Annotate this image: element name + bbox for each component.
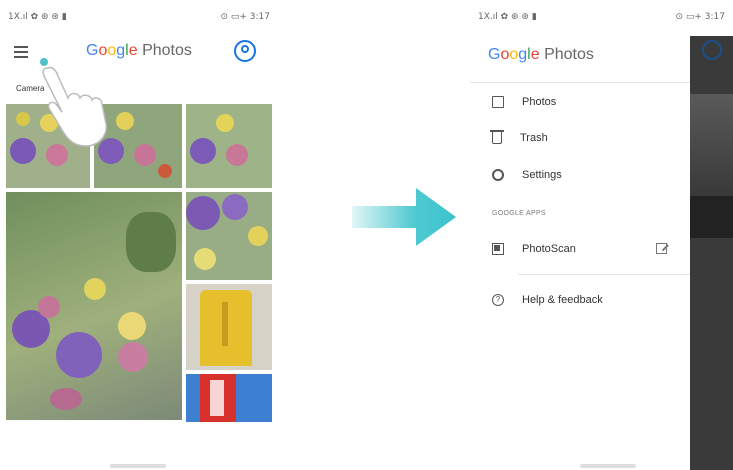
drawer-item-photoscan[interactable]: PhotoScan	[492, 239, 576, 259]
nav-handle	[110, 464, 166, 468]
account-icon[interactable]	[702, 40, 722, 60]
help-icon: ?	[492, 294, 504, 306]
title-letter: G	[86, 42, 99, 59]
title-rest: Photos	[137, 42, 192, 59]
status-right: ⊙ ▭+ 3:17	[220, 12, 270, 22]
nav-handle	[580, 464, 636, 468]
title-letter: o	[509, 46, 519, 63]
hamburger-menu-icon[interactable]	[14, 46, 28, 58]
settings-icon	[492, 169, 504, 181]
title-letter: o	[107, 42, 117, 59]
open-external-icon	[656, 243, 667, 254]
drawer-item-label: Trash	[520, 132, 548, 144]
status-left: 1X.ıl ✿ ⊛ ⊛ ▮	[478, 12, 537, 22]
photos-icon	[492, 96, 504, 108]
phone-screen-drawer: 1X.ıl ✿ ⊛ ⊛ ▮ ⊙ ▭+ 3:17 Google Photos Ph…	[470, 0, 733, 470]
title-letter: e	[128, 42, 138, 59]
photo-thumbnail[interactable]	[186, 374, 272, 422]
divider	[470, 82, 690, 83]
trash-icon	[490, 130, 504, 144]
drawer-item-help[interactable]: ? Help & feedback	[492, 290, 603, 310]
title-rest: Photos	[539, 46, 594, 63]
navigation-drawer: Google Photos Photos Trash Settings GOOG…	[470, 36, 690, 470]
drawer-item-label: PhotoScan	[522, 243, 576, 255]
status-bar: 1X.ıl ✿ ⊛ ⊛ ▮ ⊙ ▭+ 3:17	[478, 10, 725, 24]
phone-screen-gallery: 1X.ıl ✿ ⊛ ⊛ ▮ ⊙ ▭+ 3:17 Google Photos Ca…	[0, 0, 278, 470]
transition-arrow-icon	[352, 188, 456, 246]
status-right: ⊙ ▭+ 3:17	[675, 12, 725, 22]
drawer-item-label: Help & feedback	[522, 294, 603, 306]
photo-thumbnail[interactable]	[6, 192, 182, 420]
drawer-item-trash[interactable]: Trash	[490, 128, 548, 148]
title-letter: g	[116, 42, 126, 59]
background-scrim[interactable]	[690, 36, 733, 470]
drawer-title: Google Photos	[488, 46, 594, 64]
account-icon[interactable]	[234, 40, 256, 62]
photoscan-icon	[492, 243, 504, 255]
status-bar: 1X.ıl ✿ ⊛ ⊛ ▮ ⊙ ▭+ 3:17	[8, 10, 270, 24]
tap-gesture-hand-icon	[40, 58, 107, 147]
drawer-item-settings[interactable]: Settings	[492, 165, 562, 185]
photo-thumbnail[interactable]	[186, 104, 272, 188]
drawer-item-label: Settings	[522, 169, 562, 181]
status-left: 1X.ıl ✿ ⊛ ⊛ ▮	[8, 12, 67, 22]
title-letter: e	[530, 46, 540, 63]
photo-thumbnail[interactable]	[186, 284, 272, 370]
divider	[518, 274, 690, 275]
photo-thumbnail[interactable]	[186, 192, 272, 280]
drawer-item-label: Photos	[522, 96, 557, 108]
photo-grid	[6, 104, 272, 422]
title-letter: G	[488, 46, 501, 63]
drawer-item-photos[interactable]: Photos	[492, 92, 556, 112]
section-label-google-apps: GOOGLE APPS	[492, 210, 546, 217]
title-letter: g	[518, 46, 528, 63]
